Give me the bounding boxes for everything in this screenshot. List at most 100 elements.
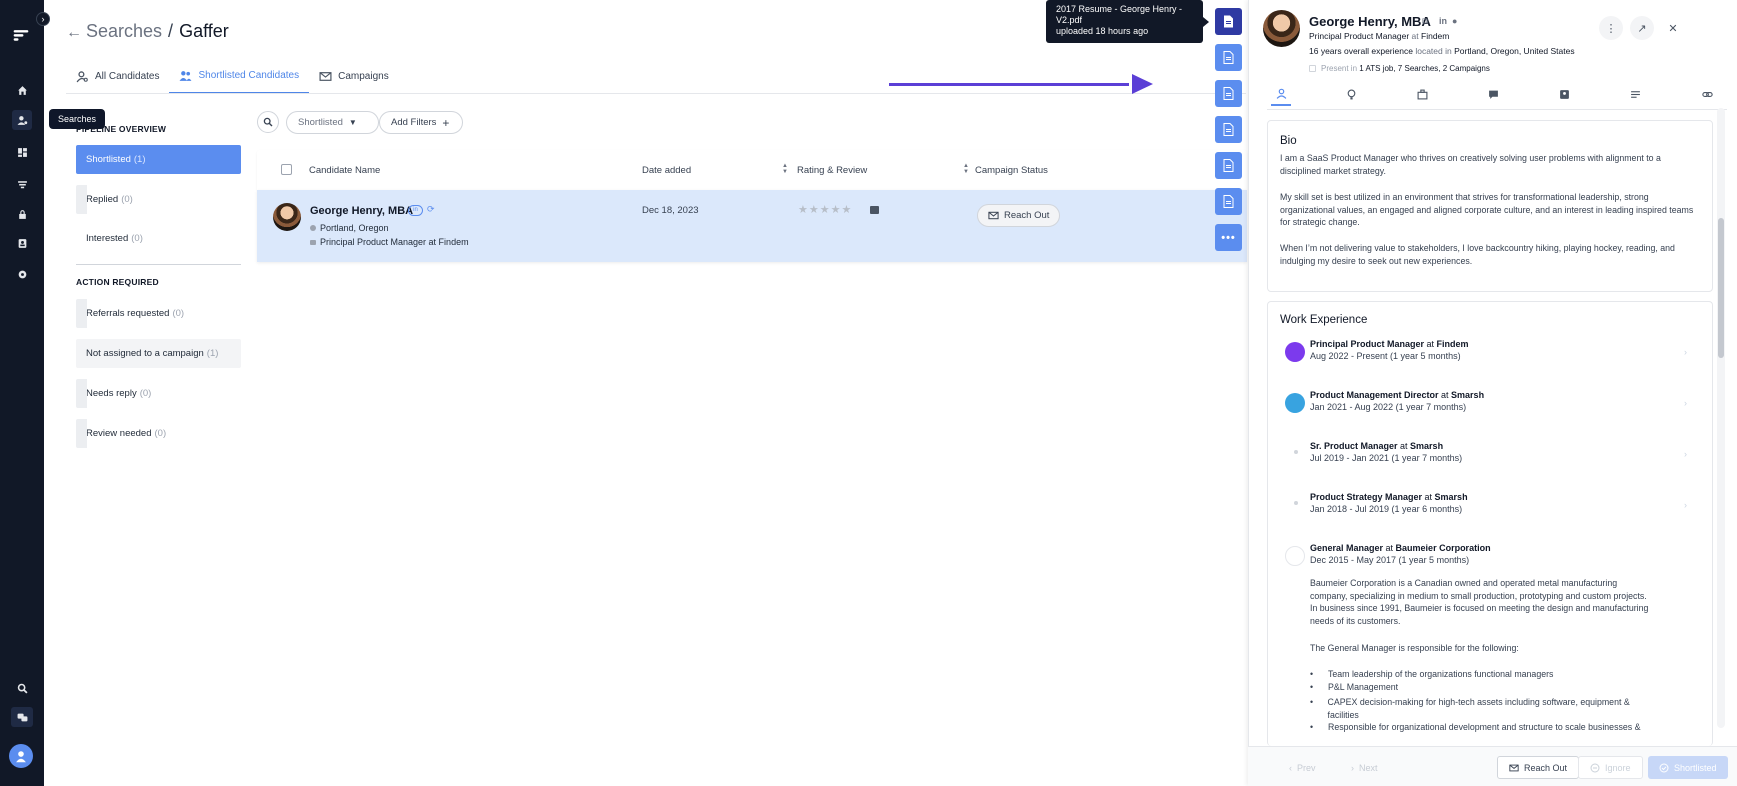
star-rating[interactable]: ★★★★★ — [798, 203, 852, 216]
document-button[interactable] — [1215, 116, 1242, 143]
messages-tab-icon[interactable] — [1483, 86, 1503, 102]
document-button[interactable] — [1215, 44, 1242, 71]
next-button[interactable]: › Next — [1340, 756, 1389, 779]
job-description: Baumeier Corporation is a Canadian owned… — [1310, 578, 1649, 626]
tab-campaigns[interactable]: Campaigns — [309, 66, 399, 94]
github-icon[interactable]: ● — [1452, 16, 1457, 26]
job-item[interactable]: Principal Product Manager at Findem Aug … — [1268, 339, 1712, 385]
app-logo[interactable] — [10, 24, 32, 46]
add-filters-button[interactable]: Add Filters + — [379, 111, 463, 134]
insights-tab-icon[interactable] — [1341, 86, 1361, 102]
filter-label: Review needed — [86, 428, 152, 439]
select-all-checkbox[interactable] — [281, 164, 292, 175]
settings-icon[interactable] — [12, 264, 32, 284]
footer-reach-out-button[interactable]: Reach Out — [1497, 756, 1580, 779]
filter-label: Interested — [86, 233, 129, 244]
contacts-icon[interactable] — [12, 233, 32, 253]
filter-count: (0) — [154, 428, 167, 439]
briefcase-tab-icon[interactable] — [1412, 86, 1432, 102]
column-campaign-status[interactable]: Campaign Status — [975, 165, 1048, 176]
action-required-title: ACTION REQUIRED — [76, 277, 159, 287]
home-icon[interactable] — [12, 80, 32, 100]
copy-icon[interactable]: ⧉ — [1422, 16, 1428, 27]
job-item[interactable]: Product Strategy Manager at Smarsh Jan 2… — [1268, 492, 1712, 538]
filter-interested[interactable]: Interested (0) — [76, 224, 241, 253]
sync-icon[interactable]: ⟳ — [427, 204, 435, 215]
filter-review-needed[interactable]: Review needed (0) — [76, 419, 241, 448]
filter-count: (0) — [131, 233, 143, 244]
profile-scrollbar-thumb[interactable] — [1718, 218, 1724, 358]
profile-panel: George Henry, MBA ⧉ in ● Principal Produ… — [1248, 0, 1737, 786]
linkedin-icon[interactable]: in — [1439, 16, 1447, 26]
filter-referrals-requested[interactable]: Referrals requested (0) — [76, 299, 241, 328]
filter-not-assigned[interactable]: Not assigned to a campaign (1) — [76, 339, 241, 368]
filter-marker — [76, 419, 87, 448]
review-note-icon[interactable] — [870, 206, 879, 214]
briefcase-icon — [310, 239, 316, 245]
link-tab-icon[interactable] — [1697, 86, 1717, 102]
dashboard-icon[interactable] — [12, 142, 32, 162]
searches-icon[interactable] — [12, 110, 32, 130]
search-button[interactable] — [257, 111, 279, 133]
chevron-right-icon[interactable]: › — [1684, 398, 1687, 408]
job-role: Sr. Product Manager — [1310, 441, 1398, 451]
search-icon[interactable] — [12, 678, 32, 698]
filter-shortlisted[interactable]: Shortlisted (1) — [76, 145, 241, 174]
contact-card-tab-icon[interactable] — [1554, 86, 1574, 102]
job-dates: Jan 2018 - Jul 2019 (1 year 6 months) — [1310, 504, 1463, 514]
more-options-button[interactable]: ••• — [1215, 224, 1242, 251]
status-dropdown[interactable]: Shortlisted ▼ — [286, 111, 379, 134]
column-rating-review[interactable]: Rating & Review — [797, 165, 867, 176]
bullet-item: • Responsible for organizational developm… — [1310, 722, 1641, 732]
chat-icon[interactable] — [11, 707, 33, 727]
job-role: General Manager — [1310, 543, 1384, 553]
work-experience-title: Work Experience — [1280, 314, 1368, 326]
profile-company[interactable]: Findem — [1421, 31, 1449, 41]
filter-replied[interactable]: Replied (0) — [76, 185, 241, 214]
profile-scrollbar[interactable] — [1717, 108, 1725, 728]
table-row[interactable]: George Henry, MBA in ⟳ Portland, Oregon … — [257, 190, 1247, 262]
linkedin-badge-icon[interactable]: in — [408, 205, 423, 216]
document-button[interactable] — [1215, 80, 1242, 107]
candidate-name[interactable]: George Henry, MBA — [310, 205, 413, 217]
prev-button[interactable]: ‹ Prev — [1278, 756, 1327, 779]
back-arrow-icon[interactable]: ← — [66, 24, 82, 42]
document-button[interactable] — [1215, 152, 1242, 179]
chevron-right-icon[interactable]: › — [1684, 449, 1687, 459]
reach-out-button[interactable]: Reach Out — [977, 204, 1061, 227]
resume-document-button[interactable] — [1215, 8, 1242, 35]
document-icon — [1223, 51, 1234, 64]
rail-collapse-toggle[interactable]: › — [36, 12, 50, 26]
tab-shortlisted-candidates[interactable]: Shortlisted Candidates — [169, 66, 310, 94]
filter-count: (0) — [139, 388, 152, 399]
document-icon — [1223, 159, 1234, 172]
shortlisted-button[interactable]: Shortlisted — [1648, 756, 1728, 779]
user-avatar[interactable] — [9, 744, 33, 768]
close-icon[interactable]: ✕ — [1661, 16, 1685, 40]
document-icon — [1223, 123, 1234, 136]
column-date-added[interactable]: Date added — [642, 165, 691, 176]
profile-tab-icon[interactable] — [1271, 82, 1291, 106]
notes-tab-icon[interactable] — [1625, 86, 1645, 102]
open-external-icon[interactable]: ↗ — [1630, 16, 1654, 40]
filter-count: (1) — [133, 154, 146, 165]
breadcrumb-searches[interactable]: Searches — [86, 21, 162, 41]
lock-icon[interactable] — [12, 204, 32, 224]
user-search-icon — [76, 70, 88, 82]
timeline-dot — [1294, 501, 1298, 505]
sort-icon[interactable]: ▲ ▼ — [782, 163, 788, 175]
column-candidate-name[interactable]: Candidate Name — [309, 165, 380, 176]
at-text: at — [1411, 31, 1419, 41]
kebab-menu-icon[interactable]: ⋮ — [1599, 16, 1623, 40]
chevron-right-icon[interactable]: › — [1684, 347, 1687, 357]
tab-all-candidates[interactable]: All Candidates — [66, 66, 169, 94]
present-value[interactable]: 1 ATS job, 7 Searches, 2 Campaigns — [1359, 64, 1490, 73]
ignore-button[interactable]: Ignore — [1578, 756, 1643, 779]
feed-icon[interactable] — [12, 174, 32, 194]
job-item[interactable]: Product Management Director at Smarsh Ja… — [1268, 390, 1712, 436]
filter-needs-reply[interactable]: Needs reply (0) — [76, 379, 241, 408]
document-button[interactable] — [1215, 188, 1242, 215]
job-item[interactable]: Sr. Product Manager at Smarsh Jul 2019 -… — [1268, 441, 1712, 487]
sort-icon[interactable]: ▲ ▼ — [963, 163, 969, 175]
chevron-right-icon[interactable]: › — [1684, 500, 1687, 510]
